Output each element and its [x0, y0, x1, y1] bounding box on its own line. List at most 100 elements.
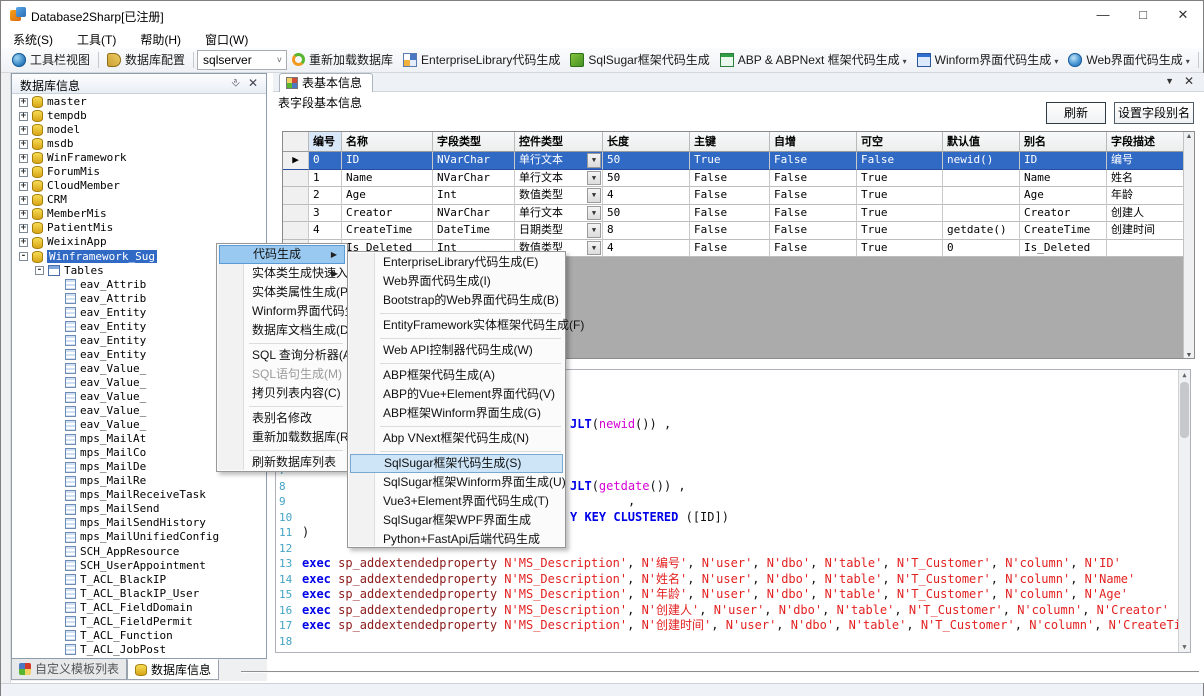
grid-cell[interactable]: 日期类型▼: [515, 222, 603, 240]
scroll-down-icon[interactable]: ▼: [1179, 643, 1190, 651]
grid-cell[interactable]: True: [857, 222, 943, 240]
row-selector-cell[interactable]: [283, 170, 309, 188]
context-menu-item[interactable]: 刷新数据库列表: [219, 453, 345, 472]
grid-cell[interactable]: NVarChar: [433, 170, 515, 188]
expand-icon[interactable]: +: [19, 210, 28, 219]
expand-icon[interactable]: +: [19, 238, 28, 247]
grid-row[interactable]: 3CreatorNVarChar单行文本▼50FalseFalseTrueCre…: [283, 205, 1194, 223]
grid-vertical-scrollbar[interactable]: ▲▼: [1183, 132, 1194, 359]
grid-cell[interactable]: ID: [342, 152, 433, 170]
tree-node-database[interactable]: +model: [13, 123, 261, 137]
toolbar-button-Web界面代码生成[interactable]: Web界面代码生成▾: [1063, 48, 1194, 72]
grid-column-header[interactable]: 别名: [1020, 132, 1107, 152]
grid-cell[interactable]: NVarChar: [433, 205, 515, 223]
grid-cell[interactable]: 1: [309, 170, 342, 188]
grid-cell[interactable]: NVarChar: [433, 152, 515, 170]
grid-cell[interactable]: Creator: [342, 205, 433, 223]
grid-cell[interactable]: 4: [309, 222, 342, 240]
expand-icon[interactable]: +: [19, 112, 28, 121]
grid-cell[interactable]: 创建时间: [1107, 222, 1185, 240]
expand-icon[interactable]: +: [19, 140, 28, 149]
collapse-icon[interactable]: -: [19, 252, 28, 261]
grid-cell[interactable]: Name: [1020, 170, 1107, 188]
tree-node-table[interactable]: mps_MailSend: [13, 502, 261, 516]
grid-cell[interactable]: 4: [603, 240, 690, 258]
cell-dropdown-icon[interactable]: ▼: [587, 188, 601, 203]
tree-node-table[interactable]: T_ACL_BlackIP_User: [13, 587, 261, 601]
grid-cell[interactable]: 编号: [1107, 152, 1185, 170]
cell-dropdown-icon[interactable]: ▼: [587, 241, 601, 256]
context-menu-item[interactable]: 数据库文档生成(D): [219, 321, 345, 340]
grid-cell[interactable]: 单行文本▼: [515, 170, 603, 188]
close-icon[interactable]: ✕: [248, 76, 258, 90]
tree-node-table[interactable]: T_ACL_BlackIP: [13, 573, 261, 587]
grid-cell[interactable]: 数值类型▼: [515, 187, 603, 205]
expand-icon[interactable]: +: [19, 224, 28, 233]
cell-dropdown-icon[interactable]: ▼: [587, 206, 601, 221]
submenu-item[interactable]: EntityFramework实体框架代码生成(F): [350, 316, 563, 335]
grid-cell[interactable]: Name: [342, 170, 433, 188]
submenu-item[interactable]: Vue3+Element界面代码生成(T): [350, 492, 563, 511]
tree-node-table[interactable]: T_ACL_FieldDomain: [13, 601, 261, 615]
grid-cell[interactable]: [943, 170, 1020, 188]
horizontal-divider[interactable]: [241, 671, 1199, 673]
grid-row[interactable]: 4CreateTimeDateTime日期类型▼8FalseFalseTrueg…: [283, 222, 1194, 240]
context-menu-item[interactable]: 实体类生成快速入口▶: [219, 264, 345, 283]
grid-cell[interactable]: False: [770, 170, 857, 188]
grid-cell[interactable]: 50: [603, 152, 690, 170]
grid-cell[interactable]: Age: [342, 187, 433, 205]
scroll-down-icon[interactable]: ▼: [1184, 352, 1194, 359]
tab-list-dropdown-icon[interactable]: ▼: [1165, 76, 1174, 86]
toolbar-button-重新加载数据库[interactable]: 重新加载数据库: [287, 48, 398, 72]
grid-cell[interactable]: 50: [603, 170, 690, 188]
tree-node-database[interactable]: +master: [13, 95, 261, 109]
context-menu-item[interactable]: Winform界面代码生成(W): [219, 302, 345, 321]
grid-cell[interactable]: 姓名: [1107, 170, 1185, 188]
grid-cell[interactable]: [943, 205, 1020, 223]
row-selector-cell[interactable]: [283, 222, 309, 240]
context-menu-item[interactable]: SQL 查询分析器(A): [219, 346, 345, 365]
grid-column-header[interactable]: 名称: [342, 132, 433, 152]
tree-node-table[interactable]: SCH_UserAppointment: [13, 559, 261, 573]
grid-cell[interactable]: 创建人: [1107, 205, 1185, 223]
context-menu-item[interactable]: SQL语句生成(M): [219, 365, 345, 384]
tree-node-database[interactable]: +ForumMis: [13, 165, 261, 179]
expand-icon[interactable]: +: [19, 126, 28, 135]
context-menu-item[interactable]: 表别名修改: [219, 409, 345, 428]
grid-cell[interactable]: False: [770, 152, 857, 170]
expand-icon[interactable]: +: [19, 196, 28, 205]
tab-table-basic-info[interactable]: 表基本信息: [279, 73, 373, 92]
scroll-up-icon[interactable]: ▲: [1179, 371, 1190, 379]
grid-cell[interactable]: True: [857, 187, 943, 205]
grid-cell[interactable]: 单行文本▼: [515, 205, 603, 223]
dropdown-arrow-icon[interactable]: ▾: [903, 57, 907, 66]
grid-column-header[interactable]: 控件类型: [515, 132, 603, 152]
tree-node-database[interactable]: +MemberMis: [13, 207, 261, 221]
grid-column-header[interactable]: 字段类型: [433, 132, 515, 152]
sql-vertical-scrollbar[interactable]: ▲▼: [1178, 370, 1190, 652]
grid-column-header[interactable]: 字段描述: [1107, 132, 1185, 152]
tree-node-table[interactable]: mps_MailUnifiedConfig: [13, 530, 261, 544]
grid-column-header[interactable]: 自增: [770, 132, 857, 152]
grid-cell[interactable]: Is_Deleted: [1020, 240, 1107, 258]
menubar-item-2[interactable]: 工具(T): [65, 29, 128, 50]
expand-icon[interactable]: +: [19, 98, 28, 107]
grid-cell[interactable]: CreateTime: [1020, 222, 1107, 240]
grid-cell[interactable]: newid(): [943, 152, 1020, 170]
grid-cell[interactable]: 8: [603, 222, 690, 240]
grid-cell[interactable]: Creator: [1020, 205, 1107, 223]
toolbar-button-EnterpriseLibrary代码生成[interactable]: EnterpriseLibrary代码生成: [398, 48, 565, 72]
grid-column-header[interactable]: 主键: [690, 132, 770, 152]
submenu-item[interactable]: SqlSugar框架WPF界面生成: [350, 511, 563, 530]
tree-node-table[interactable]: T_ACL_Function: [13, 629, 261, 643]
database-type-combo[interactable]: sqlserver˅: [197, 50, 287, 70]
tree-node-database[interactable]: +WinFramework: [13, 151, 261, 165]
grid-cell[interactable]: Int: [433, 187, 515, 205]
panel-tab-自定义模板列表[interactable]: 自定义模板列表: [11, 659, 127, 680]
cell-dropdown-icon[interactable]: ▼: [587, 153, 601, 168]
grid-cell[interactable]: False: [770, 222, 857, 240]
tree-node-database[interactable]: +msdb: [13, 137, 261, 151]
tree-node-database[interactable]: +CRM: [13, 193, 261, 207]
collapse-icon[interactable]: -: [35, 266, 44, 275]
grid-cell[interactable]: 年龄: [1107, 187, 1185, 205]
